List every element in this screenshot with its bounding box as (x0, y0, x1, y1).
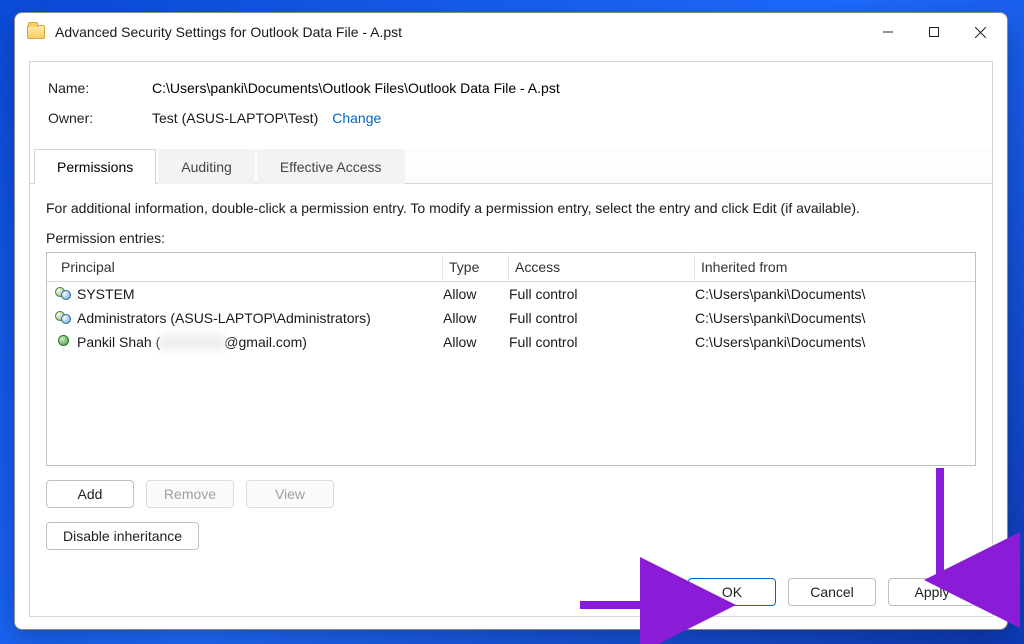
minimize-button[interactable] (865, 16, 911, 48)
tab-effective-access[interactable]: Effective Access (257, 149, 405, 184)
principal: Administrators (ASUS-LAPTOP\Administrato… (77, 310, 371, 326)
access-cell: Full control (509, 310, 695, 326)
table-row[interactable]: Administrators (ASUS-LAPTOP\Administrato… (47, 306, 975, 330)
table-header: Principal Type Access Inherited from (47, 253, 975, 282)
add-button[interactable]: Add (46, 480, 134, 508)
principal: SYSTEM (77, 286, 135, 302)
security-settings-window: Advanced Security Settings for Outlook D… (14, 12, 1008, 630)
tab-auditing[interactable]: Auditing (158, 149, 255, 184)
owner-label: Owner: (48, 110, 152, 126)
folder-icon (27, 25, 45, 39)
access-cell: Full control (509, 286, 695, 302)
apply-button[interactable]: Apply (888, 578, 976, 606)
type-cell: Allow (443, 334, 509, 350)
info-text: For additional information, double-click… (46, 200, 976, 216)
tab-permissions[interactable]: Permissions (34, 149, 156, 184)
permission-table: Principal Type Access Inherited from SYS… (46, 252, 976, 466)
cancel-button[interactable]: Cancel (788, 578, 876, 606)
remove-button[interactable]: Remove (146, 480, 234, 508)
inherited-cell: C:\Users\panki\Documents\ (695, 310, 967, 326)
user-icon (55, 335, 71, 349)
users-group-icon (55, 287, 71, 301)
inherited-cell: C:\Users\panki\Documents\ (695, 334, 967, 350)
owner-value: Test (ASUS-LAPTOP\Test) (152, 110, 318, 126)
col-type[interactable]: Type (443, 255, 509, 279)
content-panel: Name: Owner: Test (ASUS-LAPTOP\Test) Cha… (29, 61, 993, 617)
inherited-cell: C:\Users\panki\Documents\ (695, 286, 967, 302)
disable-inheritance-button[interactable]: Disable inheritance (46, 522, 199, 550)
window-title: Advanced Security Settings for Outlook D… (55, 24, 402, 40)
principal: Pankil Shah (xxxxxxxx@gmail.com) (77, 334, 307, 350)
name-label: Name: (48, 80, 152, 96)
table-row[interactable]: Pankil Shah (xxxxxxxx@gmail.com) Allow F… (47, 330, 975, 354)
access-cell: Full control (509, 334, 695, 350)
maximize-button[interactable] (911, 16, 957, 48)
users-group-icon (55, 311, 71, 325)
titlebar: Advanced Security Settings for Outlook D… (15, 13, 1007, 51)
name-field[interactable] (152, 78, 672, 98)
col-access[interactable]: Access (509, 255, 695, 279)
type-cell: Allow (443, 310, 509, 326)
entries-label: Permission entries: (46, 230, 976, 246)
close-button[interactable] (957, 16, 1003, 48)
type-cell: Allow (443, 286, 509, 302)
change-owner-link[interactable]: Change (332, 110, 381, 126)
view-button[interactable]: View (246, 480, 334, 508)
ok-button[interactable]: OK (688, 578, 776, 606)
table-row[interactable]: SYSTEM Allow Full control C:\Users\panki… (47, 282, 975, 306)
col-principal[interactable]: Principal (55, 255, 443, 279)
col-inherited[interactable]: Inherited from (695, 255, 967, 279)
tabs: Permissions Auditing Effective Access (30, 148, 992, 184)
